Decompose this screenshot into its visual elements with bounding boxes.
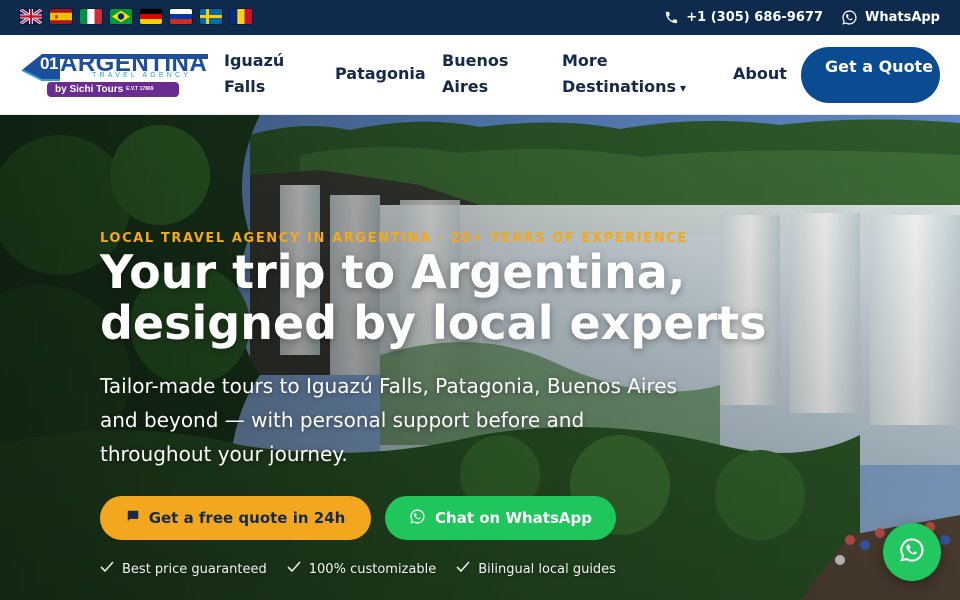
logo-license: E.V.T 17869 xyxy=(126,86,154,92)
hero-perks: Best price guaranteed 100% customizable … xyxy=(100,561,616,577)
perk-item: 100% customizable xyxy=(287,561,436,577)
whatsapp-icon xyxy=(841,9,858,26)
chat-whatsapp-button[interactable]: Chat on WhatsApp xyxy=(385,496,616,540)
whatsapp-label: WhatsApp xyxy=(865,10,940,25)
perk-label: 100% customizable xyxy=(308,561,437,577)
free-quote-label: Get a free quote in 24h xyxy=(148,509,346,527)
nav-buenos-aires[interactable]: Buenos Aires xyxy=(442,48,522,100)
chevron-down-icon: ▾ xyxy=(680,81,687,95)
germany-flag-icon[interactable] xyxy=(140,9,162,24)
top-contacts: +1 (305) 686-9677 WhatsApp xyxy=(664,0,940,35)
check-icon xyxy=(100,561,114,577)
whatsapp-link[interactable]: WhatsApp xyxy=(841,9,940,26)
get-quote-button[interactable]: Get a Quote xyxy=(801,47,940,103)
check-icon xyxy=(456,561,470,577)
logo-byline-text: by Sichi Tours xyxy=(55,84,124,96)
nav-more-destinations[interactable]: More Destinations ▾ xyxy=(562,48,702,101)
nav-iguazu-falls[interactable]: Iguazú Falls xyxy=(224,48,314,100)
logo-byline: by Sichi Tours E.V.T 17869 xyxy=(47,82,179,97)
nav-about[interactable]: About xyxy=(733,61,787,87)
perk-label: Best price guaranteed xyxy=(122,561,267,577)
logo-tagline: TRAVEL AGENCY xyxy=(92,72,192,79)
phone-number: +1 (305) 686-9677 xyxy=(686,10,823,25)
check-icon xyxy=(287,561,301,577)
hero-title: Your trip to Argentina, designed by loca… xyxy=(100,245,767,350)
hero-subtitle: Tailor-made tours to Iguazú Falls, Patag… xyxy=(100,374,677,466)
phone-link[interactable]: +1 (305) 686-9677 xyxy=(664,10,823,25)
main-navigation: 01 ARGENTINA TRAVEL AGENCY by Sichi Tour… xyxy=(0,35,960,115)
free-quote-button[interactable]: Get a free quote in 24h xyxy=(100,496,371,540)
logo-number: 01 xyxy=(40,54,58,73)
perk-item: Best price guaranteed xyxy=(100,561,267,577)
floating-whatsapp-button[interactable] xyxy=(883,523,941,581)
top-bar: +1 (305) 686-9677 WhatsApp xyxy=(0,0,960,35)
italy-flag-icon[interactable] xyxy=(80,9,102,24)
spain-flag-icon[interactable] xyxy=(50,9,72,24)
hero-section: LOCAL TRAVEL AGENCY IN ARGENTINA · 20+ Y… xyxy=(0,115,960,600)
nav-more-label: More Destinations xyxy=(562,51,677,96)
language-switcher xyxy=(20,9,252,24)
phone-icon xyxy=(664,10,679,25)
nav-patagonia[interactable]: Patagonia xyxy=(335,61,426,87)
uk-flag-icon[interactable] xyxy=(20,9,42,24)
hero-eyebrow: LOCAL TRAVEL AGENCY IN ARGENTINA · 20+ Y… xyxy=(100,231,688,246)
russia-flag-icon[interactable] xyxy=(170,9,192,24)
whatsapp-icon xyxy=(409,508,426,529)
perk-label: Bilingual local guides xyxy=(478,561,616,577)
brand-logo[interactable]: 01 ARGENTINA TRAVEL AGENCY by Sichi Tour… xyxy=(20,50,208,98)
brazil-flag-icon[interactable] xyxy=(110,9,132,24)
sweden-flag-icon[interactable] xyxy=(200,9,222,24)
perk-item: Bilingual local guides xyxy=(456,561,616,577)
chat-bubble-icon xyxy=(126,509,140,527)
whatsapp-icon xyxy=(898,536,926,568)
romania-flag-icon[interactable] xyxy=(230,9,252,24)
chat-whatsapp-label: Chat on WhatsApp xyxy=(435,509,592,527)
